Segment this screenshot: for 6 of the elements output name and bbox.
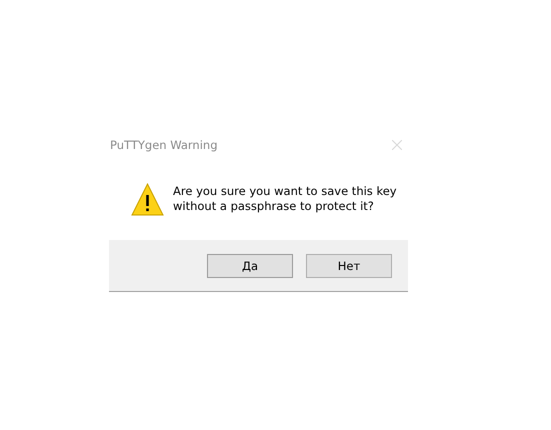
window-title: PuTTYgen Warning (110, 138, 218, 152)
dialog-button[interactable]: Да (207, 254, 293, 278)
warning-message: Are you sure you want to save this key without a passphrase to protect it? (173, 184, 398, 214)
dialog-button[interactable]: Нет (306, 254, 392, 278)
warning-icon (131, 183, 164, 216)
close-icon[interactable] (392, 140, 402, 150)
